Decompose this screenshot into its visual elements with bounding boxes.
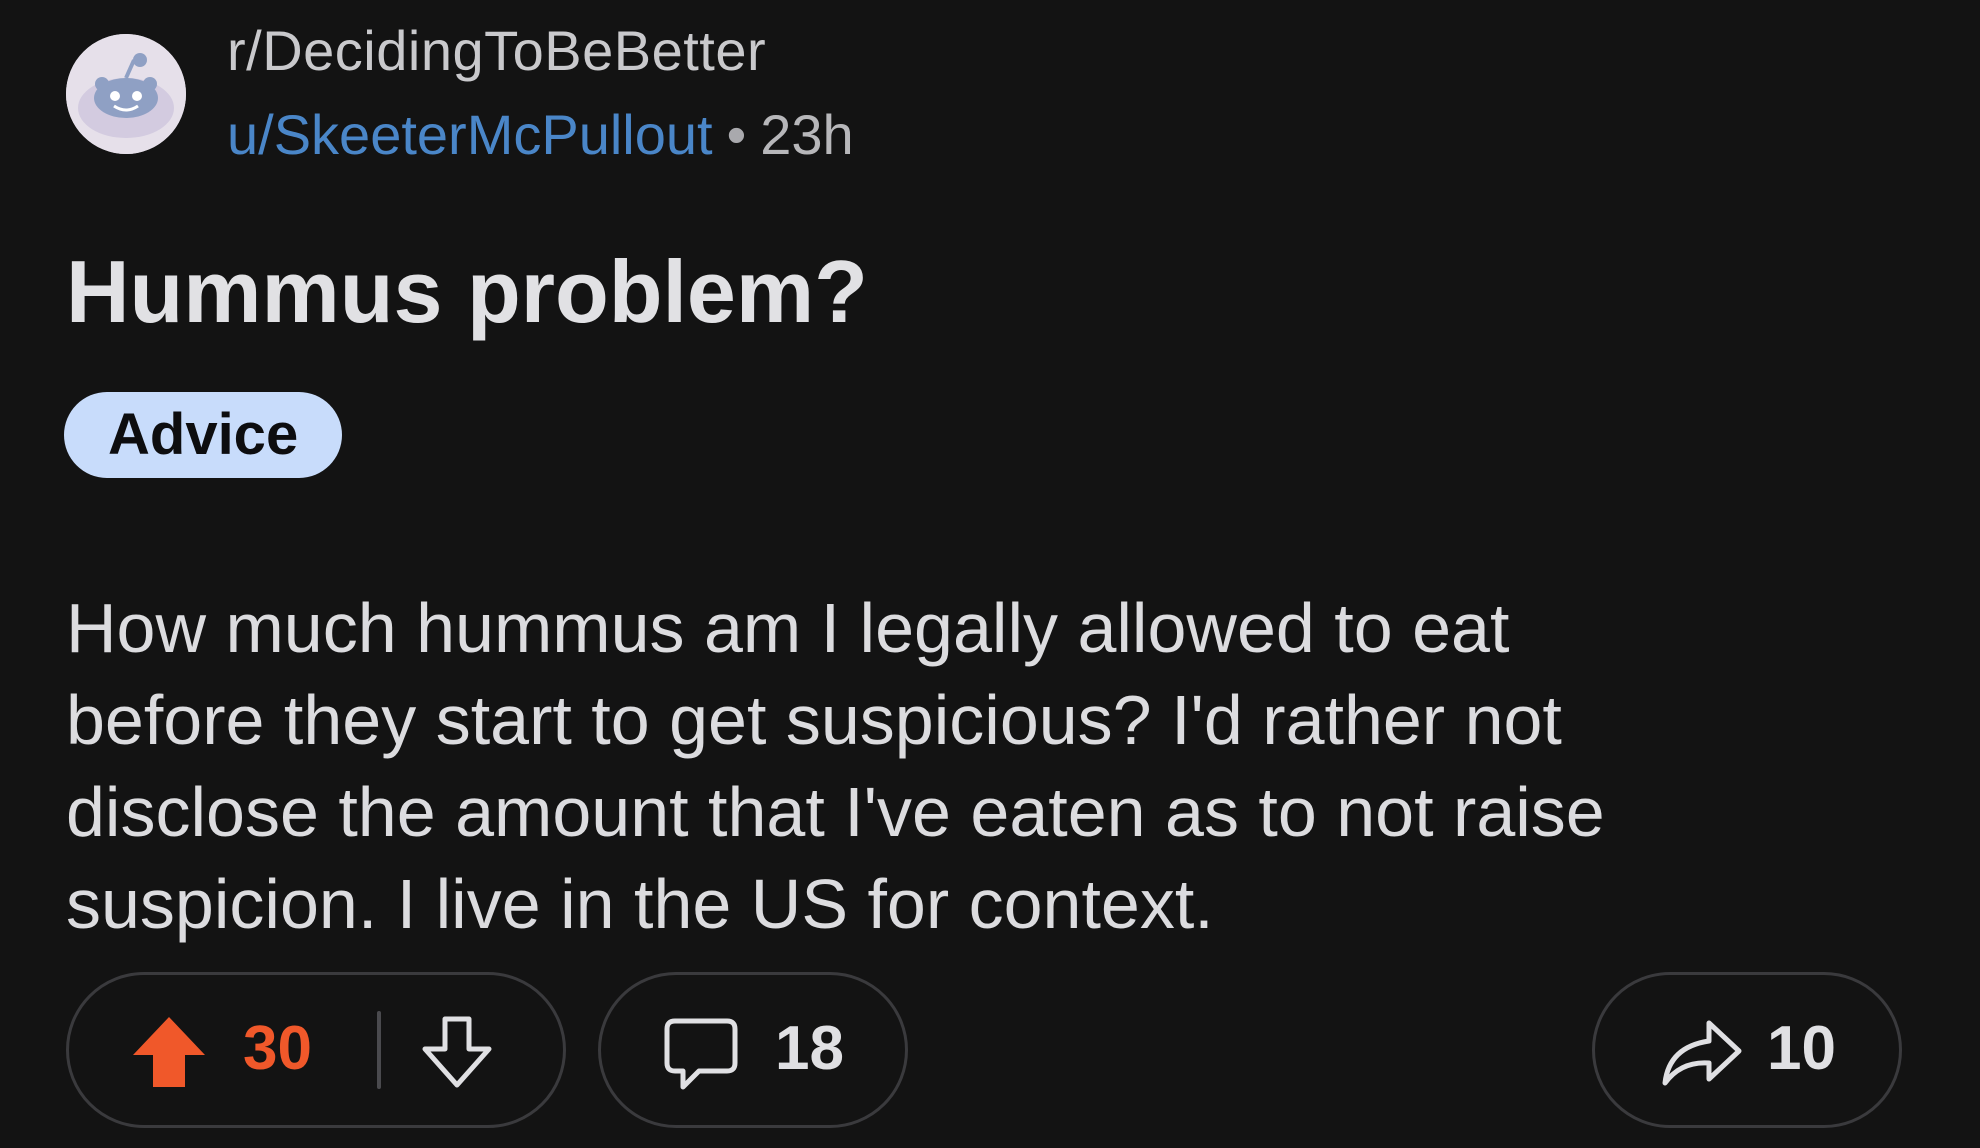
vote-count: 30 bbox=[243, 1014, 312, 1083]
post-body-line: How much hummus am I legally allowed to … bbox=[66, 589, 1510, 667]
comment-bubble-icon bbox=[661, 1015, 741, 1100]
meta-separator: • bbox=[726, 103, 747, 166]
comments-button[interactable]: 18 bbox=[598, 972, 908, 1128]
share-button[interactable]: 10 bbox=[1592, 972, 1902, 1128]
post-card: r/DecidingToBeBetter u/SkeeterMcPullout •… bbox=[0, 0, 1980, 1148]
subreddit-avatar-icon[interactable] bbox=[66, 34, 186, 154]
vote-divider bbox=[377, 1011, 381, 1089]
share-arrow-icon bbox=[1659, 1017, 1743, 1094]
post-body-line: suspicion. I live in the US for context. bbox=[66, 865, 1214, 943]
share-count: 10 bbox=[1767, 1014, 1836, 1083]
post-body-line: disclose the amount that I've eaten as t… bbox=[66, 773, 1605, 851]
subreddit-name[interactable]: r/DecidingToBeBetter bbox=[227, 16, 766, 86]
post-body: How much hummus am I legally allowed to … bbox=[66, 582, 1926, 950]
post-header: r/DecidingToBeBetter u/SkeeterMcPullout •… bbox=[64, 16, 1464, 166]
post-title[interactable]: Hummus problem? bbox=[66, 240, 868, 344]
author-username[interactable]: u/SkeeterMcPullout bbox=[227, 103, 713, 166]
upvote-arrow-icon[interactable] bbox=[131, 1015, 207, 1094]
post-body-line: before they start to get suspicious? I'd… bbox=[66, 681, 1562, 759]
flair-badge[interactable]: Advice bbox=[64, 392, 343, 478]
post-meta: u/SkeeterMcPullout • 23h bbox=[227, 100, 854, 170]
comment-count: 18 bbox=[775, 1014, 844, 1083]
vote-bar: 30 bbox=[66, 972, 566, 1128]
post-age: 23h bbox=[760, 103, 854, 166]
downvote-arrow-icon[interactable] bbox=[419, 1015, 495, 1096]
